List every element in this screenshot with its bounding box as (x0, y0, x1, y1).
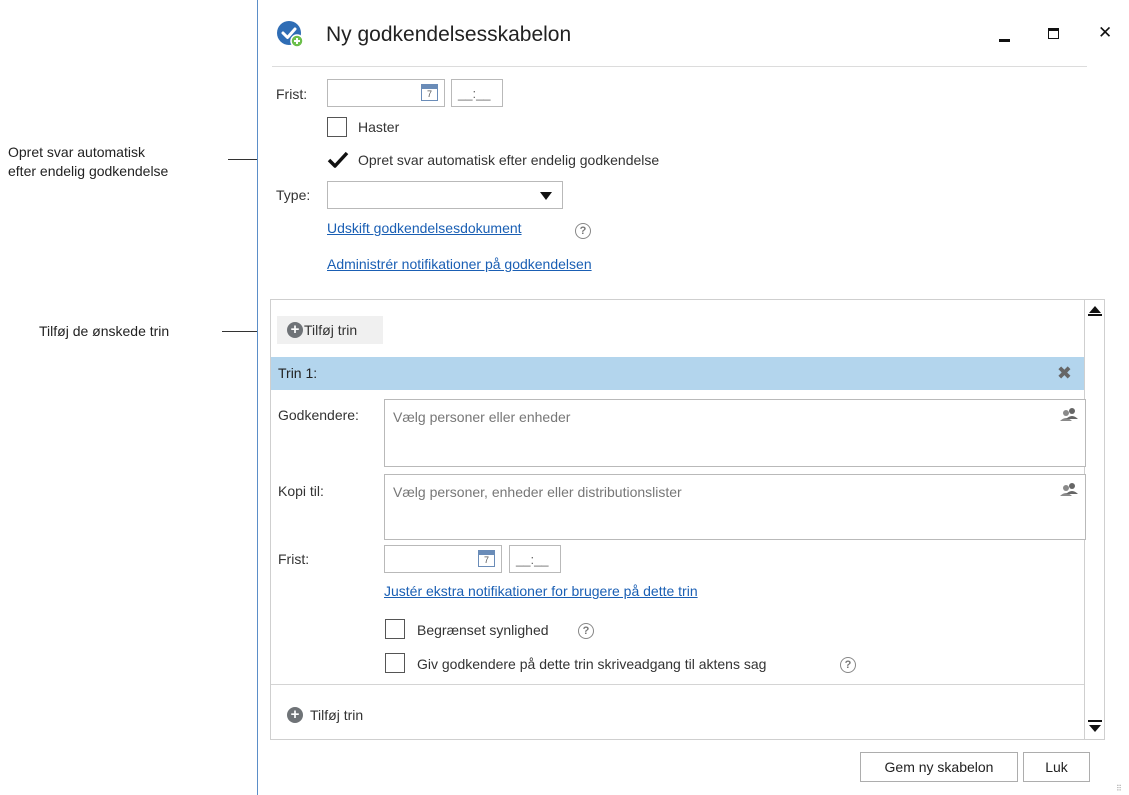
help-icon[interactable]: ? (840, 657, 856, 673)
save-template-button[interactable]: Gem ny skabelon (860, 752, 1018, 782)
close-dialog-button[interactable]: Luk (1023, 752, 1090, 782)
callout-auto-reply-line1: Opret svar automatisk (8, 144, 145, 160)
scrollbar[interactable] (1084, 300, 1104, 739)
copy-to-placeholder: Vælg personer, enheder eller distributio… (393, 484, 682, 500)
step-deadline-label: Frist: (278, 551, 310, 567)
approvers-field[interactable]: Vælg personer eller enheder (384, 399, 1086, 467)
write-access-checkbox[interactable] (385, 653, 405, 673)
chevron-down-icon (540, 192, 552, 200)
type-select[interactable] (327, 181, 563, 209)
step-deadline-time-input[interactable]: __:__ (509, 545, 561, 573)
approvers-placeholder: Vælg personer eller enheder (393, 409, 571, 425)
copy-to-label: Kopi til: (278, 483, 324, 499)
app-icon (276, 20, 304, 48)
maximize-button[interactable] (1044, 22, 1064, 46)
add-step-label-top: Tilføj trin (304, 322, 358, 338)
manage-notifications-link[interactable]: Administrér notifikationer på godkendels… (327, 256, 592, 272)
scroll-up-underline (1088, 314, 1102, 316)
resize-grip-icon[interactable]: ⠿ (1116, 784, 1122, 793)
step-title: Trin 1: (278, 365, 318, 381)
calendar-icon[interactable]: 7 (421, 84, 438, 101)
write-access-label: Giv godkendere på dette trin skriveadgan… (417, 656, 767, 672)
add-circle-icon: + (287, 707, 303, 723)
add-circle-icon: + (287, 322, 303, 338)
deadline-label: Frist: (276, 86, 308, 102)
checkmark-icon (327, 151, 349, 168)
step-header: Trin 1: ✖ (271, 357, 1084, 390)
steps-panel: + Tilføj trin Trin 1: ✖ Godkendere: Vælg… (270, 299, 1105, 740)
remove-step-icon[interactable]: ✖ (1057, 363, 1072, 384)
step-bottom-separator (271, 684, 1084, 685)
minimize-icon (999, 39, 1010, 42)
step-time-placeholder: __:__ (516, 552, 549, 567)
extra-notifications-link[interactable]: Justér ekstra notifikationer for brugere… (384, 583, 698, 599)
dialog-title: Ny godkendelsesskabelon (326, 23, 572, 46)
restricted-visibility-checkbox[interactable] (385, 619, 405, 639)
copy-to-field[interactable]: Vælg personer, enheder eller distributio… (384, 474, 1086, 540)
step-deadline-date-input[interactable]: 7 (384, 545, 502, 573)
minimize-button[interactable] (996, 22, 1016, 46)
deadline-time-input[interactable]: __:__ (451, 79, 503, 107)
add-step-label-bottom: Tilføj trin (310, 707, 364, 723)
callout-auto-reply: Opret svar automatisk efter endelig godk… (8, 143, 168, 181)
auto-reply-label: Opret svar automatisk efter endelig godk… (358, 152, 660, 168)
help-icon[interactable]: ? (578, 623, 594, 639)
urgent-label: Haster (358, 119, 400, 135)
deadline-time-placeholder: __:__ (458, 86, 491, 101)
scroll-down-overline (1088, 720, 1102, 722)
people-picker-icon[interactable] (1060, 482, 1078, 498)
people-picker-icon[interactable] (1060, 407, 1078, 423)
close-button[interactable]: ✕ (1098, 22, 1118, 46)
help-icon[interactable]: ? (575, 223, 591, 239)
add-step-button-top[interactable]: + Tilføj trin (277, 316, 383, 344)
add-step-button-bottom[interactable]: + Tilføj trin (277, 701, 387, 729)
maximize-icon (1048, 28, 1059, 39)
save-template-label: Gem ny skabelon (884, 759, 994, 775)
scroll-down-icon[interactable] (1089, 725, 1101, 732)
deadline-date-input[interactable]: 7 (327, 79, 445, 107)
callout-auto-reply-line2: efter endelig godkendelse (8, 163, 169, 179)
close-icon: ✕ (1098, 23, 1113, 42)
auto-reply-checkbox[interactable] (327, 149, 349, 171)
callout-add-steps: Tilføj de ønskede trin (39, 323, 170, 339)
approvers-label: Godkendere: (278, 407, 359, 423)
scroll-up-icon[interactable] (1089, 306, 1101, 313)
dialog-window: Ny godkendelsesskabelon ✕ Frist: 7 __:__… (257, 0, 1129, 795)
urgent-checkbox[interactable] (327, 117, 347, 137)
title-separator (272, 66, 1087, 67)
restricted-visibility-label: Begrænset synlighed (417, 622, 549, 638)
calendar-icon[interactable]: 7 (478, 550, 495, 567)
replace-document-link[interactable]: Udskift godkendelsesdokument (327, 220, 522, 236)
type-label: Type: (276, 187, 311, 203)
close-dialog-label: Luk (1045, 759, 1068, 775)
